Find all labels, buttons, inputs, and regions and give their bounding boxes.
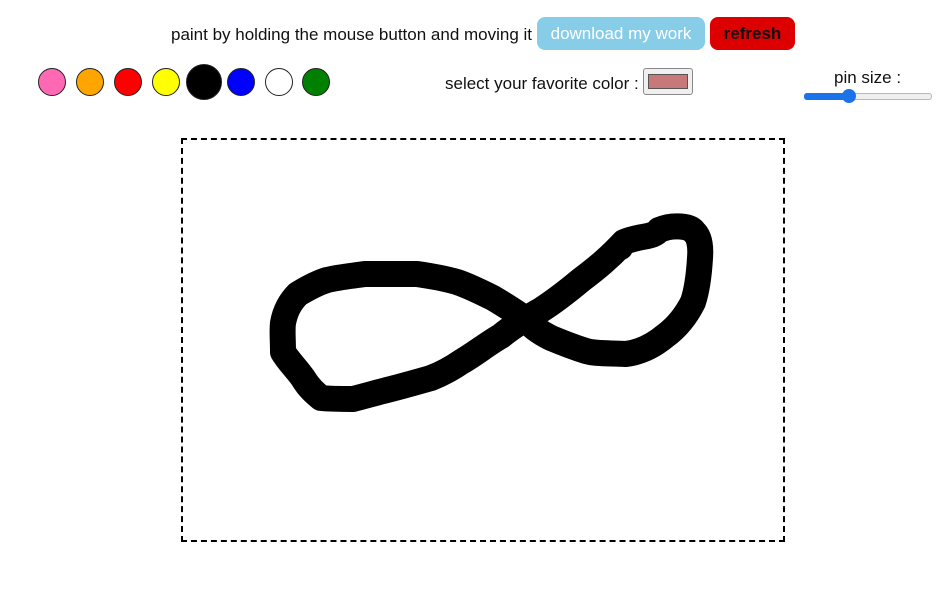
slider-thumb[interactable] — [842, 89, 856, 103]
swatch-white[interactable] — [265, 68, 293, 96]
swatch-yellow[interactable] — [152, 68, 180, 96]
color-picker-preview — [648, 74, 688, 89]
pin-size-slider[interactable] — [804, 89, 932, 103]
canvas-drawing — [269, 213, 714, 412]
drawn-stroke — [269, 213, 714, 412]
swatch-orange[interactable] — [76, 68, 104, 96]
color-palette — [38, 62, 338, 102]
color-picker-label: select your favorite color : — [445, 74, 639, 93]
header-bar: paint by holding the mouse button and mo… — [0, 17, 950, 51]
swatch-blue[interactable] — [227, 68, 255, 96]
paint-app: paint by holding the mouse button and mo… — [0, 0, 950, 594]
drawing-canvas[interactable] — [181, 138, 785, 542]
swatch-green[interactable] — [302, 68, 330, 96]
color-picker-input[interactable] — [643, 68, 693, 95]
swatch-black[interactable] — [186, 64, 222, 100]
refresh-button[interactable]: refresh — [710, 17, 795, 50]
stroke-start-dot — [609, 236, 633, 260]
download-button[interactable]: download my work — [537, 17, 705, 50]
instruction-text: paint by holding the mouse button and mo… — [171, 25, 533, 44]
swatch-pink[interactable] — [38, 68, 66, 96]
pin-size-label: pin size : — [834, 68, 902, 87]
swatch-red[interactable] — [114, 68, 142, 96]
